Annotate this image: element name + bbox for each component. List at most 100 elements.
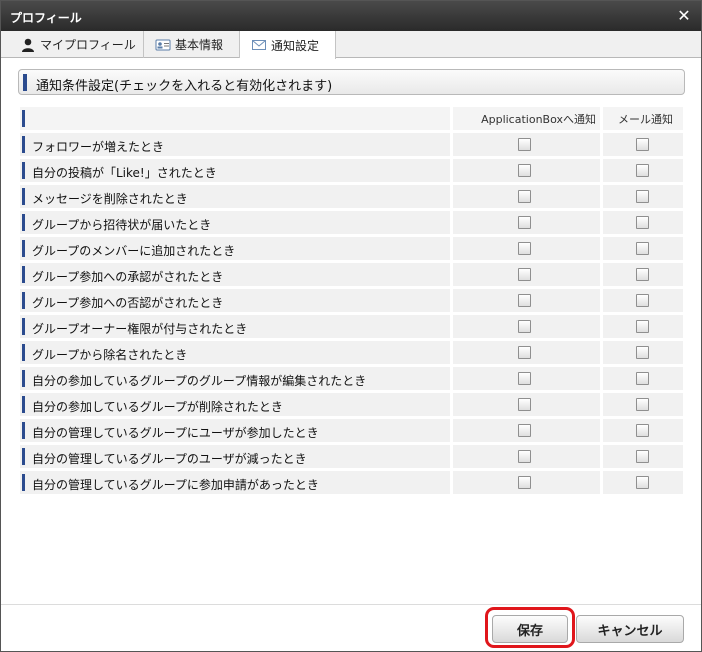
row-label-cell: 自分の参加しているグループのグループ情報が編集されたとき xyxy=(20,367,450,390)
appbox-checkbox[interactable] xyxy=(518,268,531,281)
appbox-checkbox[interactable] xyxy=(518,346,531,359)
row-accent-bar xyxy=(22,370,25,387)
mail-checkbox[interactable] xyxy=(636,216,649,229)
envelope-icon xyxy=(252,40,266,50)
mail-checkbox[interactable] xyxy=(636,372,649,385)
mail-checkbox[interactable] xyxy=(636,138,649,151)
appbox-cell xyxy=(453,445,600,468)
mail-checkbox[interactable] xyxy=(636,190,649,203)
mail-cell xyxy=(603,367,683,390)
tab-notification-settings[interactable]: 通知設定 xyxy=(240,31,336,59)
tab-label: マイプロフィール xyxy=(40,38,136,52)
row-accent-bar xyxy=(22,422,25,439)
mail-checkbox[interactable] xyxy=(636,242,649,255)
footer-divider xyxy=(1,604,701,605)
row-label: 自分の投稿が「Like!」されたとき xyxy=(32,166,217,180)
appbox-checkbox[interactable] xyxy=(518,372,531,385)
row-accent-bar xyxy=(22,214,25,231)
mail-cell xyxy=(603,159,683,182)
appbox-cell xyxy=(453,367,600,390)
tab-my-profile[interactable]: マイプロフィール xyxy=(1,31,144,58)
row-label: 自分の管理しているグループに参加申請があったとき xyxy=(32,478,319,492)
mail-checkbox[interactable] xyxy=(636,424,649,437)
row-label-cell: 自分の管理しているグループに参加申請があったとき xyxy=(20,471,450,494)
mail-cell xyxy=(603,471,683,494)
mail-cell xyxy=(603,185,683,208)
mail-cell xyxy=(603,315,683,338)
mail-checkbox[interactable] xyxy=(636,476,649,489)
row-accent-bar xyxy=(22,318,25,335)
row-label-cell: グループのメンバーに追加されたとき xyxy=(20,237,450,260)
row-label: 自分の管理しているグループのユーザが減ったとき xyxy=(32,452,307,466)
appbox-cell xyxy=(453,289,600,312)
appbox-checkbox[interactable] xyxy=(518,450,531,463)
mail-checkbox[interactable] xyxy=(636,268,649,281)
appbox-cell xyxy=(453,211,600,234)
appbox-checkbox[interactable] xyxy=(518,216,531,229)
row-label: 自分の参加しているグループが削除されたとき xyxy=(32,400,283,414)
row-label-cell: グループから招待状が届いたとき xyxy=(20,211,450,234)
table-row: 自分の管理しているグループのユーザが減ったとき xyxy=(20,445,683,468)
appbox-checkbox[interactable] xyxy=(518,138,531,151)
mail-checkbox[interactable] xyxy=(636,346,649,359)
row-label: フォロワーが増えたとき xyxy=(32,140,165,154)
appbox-checkbox[interactable] xyxy=(518,294,531,307)
appbox-checkbox[interactable] xyxy=(518,320,531,333)
appbox-cell xyxy=(453,393,600,416)
table-row: 自分の参加しているグループのグループ情報が編集されたとき xyxy=(20,367,683,390)
row-accent-bar xyxy=(22,448,25,465)
table-row: 自分の投稿が「Like!」されたとき xyxy=(20,159,683,182)
table-row: グループオーナー権限が付与されたとき xyxy=(20,315,683,338)
row-accent-bar xyxy=(22,240,25,257)
mail-checkbox[interactable] xyxy=(636,164,649,177)
cancel-button[interactable]: キャンセル xyxy=(576,615,684,643)
column-header-mail: メール通知 xyxy=(618,113,673,126)
mail-checkbox[interactable] xyxy=(636,450,649,463)
tab-label: 基本情報 xyxy=(175,38,224,52)
appbox-cell xyxy=(453,185,600,208)
mail-checkbox[interactable] xyxy=(636,320,649,333)
appbox-cell xyxy=(453,315,600,338)
row-label-cell: 自分の管理しているグループのユーザが減ったとき xyxy=(20,445,450,468)
mail-checkbox[interactable] xyxy=(636,294,649,307)
table-row: グループ参加への否認がされたとき xyxy=(20,289,683,312)
appbox-checkbox[interactable] xyxy=(518,242,531,255)
table-row: グループ参加への承認がされたとき xyxy=(20,263,683,286)
section-title: 通知条件設定(チェックを入れると有効化されます) xyxy=(36,79,333,94)
mail-cell xyxy=(603,263,683,286)
row-label-cell: 自分の参加しているグループが削除されたとき xyxy=(20,393,450,416)
appbox-cell xyxy=(453,237,600,260)
close-icon[interactable]: ✕ xyxy=(676,8,692,24)
appbox-checkbox[interactable] xyxy=(518,476,531,489)
appbox-cell xyxy=(453,133,600,156)
save-button[interactable]: 保存 xyxy=(492,615,568,643)
appbox-cell xyxy=(453,471,600,494)
row-label-cell: 自分の管理しているグループにユーザが参加したとき xyxy=(20,419,450,442)
appbox-checkbox[interactable] xyxy=(518,398,531,411)
mail-cell xyxy=(603,237,683,260)
mail-cell xyxy=(603,211,683,234)
appbox-checkbox[interactable] xyxy=(518,190,531,203)
row-label: 自分の参加しているグループのグループ情報が編集されたとき xyxy=(32,374,367,388)
appbox-checkbox[interactable] xyxy=(518,424,531,437)
row-accent-bar xyxy=(22,162,25,179)
row-label-cell: グループ参加への承認がされたとき xyxy=(20,263,450,286)
appbox-cell xyxy=(453,159,600,182)
dialog-titlebar[interactable]: プロフィール ✕ xyxy=(1,1,701,31)
row-label-cell: グループから除名されたとき xyxy=(20,341,450,364)
tab-basic-info[interactable]: 基本情報 xyxy=(144,31,240,58)
row-label: グループから招待状が届いたとき xyxy=(32,218,212,232)
mail-cell xyxy=(603,445,683,468)
table-row: グループのメンバーに追加されたとき xyxy=(20,237,683,260)
mail-cell xyxy=(603,289,683,312)
table-row: 自分の管理しているグループにユーザが参加したとき xyxy=(20,419,683,442)
row-label: グループオーナー権限が付与されたとき xyxy=(32,322,248,336)
table-row: グループから除名されたとき xyxy=(20,341,683,364)
appbox-checkbox[interactable] xyxy=(518,164,531,177)
row-accent-bar xyxy=(22,110,25,127)
tab-label: 通知設定 xyxy=(271,38,320,53)
mail-checkbox[interactable] xyxy=(636,398,649,411)
row-label: グループ参加への否認がされたとき xyxy=(32,296,224,310)
table-row: 自分の参加しているグループが削除されたとき xyxy=(20,393,683,416)
row-label-cell: フォロワーが増えたとき xyxy=(20,133,450,156)
